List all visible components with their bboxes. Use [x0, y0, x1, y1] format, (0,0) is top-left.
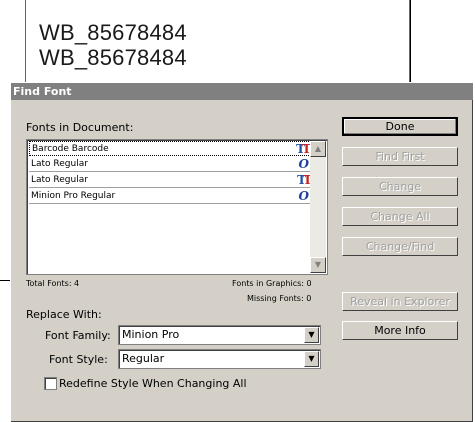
chevron-down-icon[interactable]: ▼ — [304, 351, 319, 367]
more-info-button[interactable]: More Info — [342, 321, 458, 340]
replace-with-label: Replace With: — [26, 308, 102, 321]
dialog-title[interactable]: Find Font — [11, 83, 473, 100]
scroll-up-icon[interactable]: ▲ — [310, 141, 326, 157]
font-name: Minion Pro Regular — [31, 191, 116, 201]
opentype-icon: O — [298, 157, 309, 171]
vertical-scrollbar[interactable]: ▲ ▼ — [310, 141, 326, 273]
font-name: Lato Regular — [31, 159, 88, 169]
chevron-down-icon[interactable]: ▼ — [304, 327, 319, 343]
total-fonts: Total Fonts: 4 — [26, 279, 80, 288]
fonts-in-document-label: Fonts in Document: — [26, 121, 134, 134]
find-first-button[interactable]: Find First — [342, 147, 458, 166]
change-find-button[interactable]: Change/Find — [342, 237, 458, 256]
font-style-label: Font Style: — [49, 353, 108, 366]
list-item[interactable]: Barcode Barcode TT — [29, 141, 311, 156]
redefine-style-checkbox[interactable] — [44, 377, 57, 390]
document-text-line: WB_85678484 — [39, 20, 187, 45]
font-name: Lato Regular — [31, 175, 88, 185]
fonts-in-graphics: Fonts in Graphics: 0 — [232, 279, 312, 288]
reveal-in-explorer-button[interactable]: Reveal in Explorer — [342, 292, 458, 311]
truetype-icon: TT — [297, 173, 312, 187]
font-style-value: Regular — [122, 352, 165, 365]
font-family-value: Minion Pro — [122, 328, 180, 341]
list-item[interactable]: Lato Regular O — [29, 157, 311, 172]
redefine-style-label[interactable]: Redefine Style When Changing All — [59, 377, 247, 390]
list-item[interactable]: Lato Regular TT — [29, 173, 312, 188]
list-item[interactable]: Minion Pro Regular O — [29, 189, 311, 204]
opentype-icon: O — [298, 189, 309, 203]
change-button[interactable]: Change — [342, 177, 458, 196]
truetype-icon: TT — [296, 142, 311, 156]
change-all-button[interactable]: Change All — [342, 207, 458, 226]
font-family-label: Font Family: — [45, 329, 111, 342]
document-canvas: WB_85678484 WB_85678484 — [0, 0, 475, 281]
fonts-list[interactable]: Barcode Barcode TT Lato Regular O Lato R… — [26, 139, 328, 275]
find-font-dialog: Find Font Fonts in Document: Barcode Bar… — [10, 82, 473, 422]
missing-fonts: Missing Fonts: 0 — [247, 294, 312, 303]
font-style-select[interactable]: Regular ▼ — [118, 349, 321, 369]
scroll-down-icon[interactable]: ▼ — [310, 257, 326, 273]
document-text-line: WB_85678484 — [39, 45, 187, 70]
font-family-select[interactable]: Minion Pro ▼ — [118, 325, 321, 345]
done-button[interactable]: Done — [342, 117, 458, 136]
font-name: Barcode Barcode — [32, 144, 109, 154]
